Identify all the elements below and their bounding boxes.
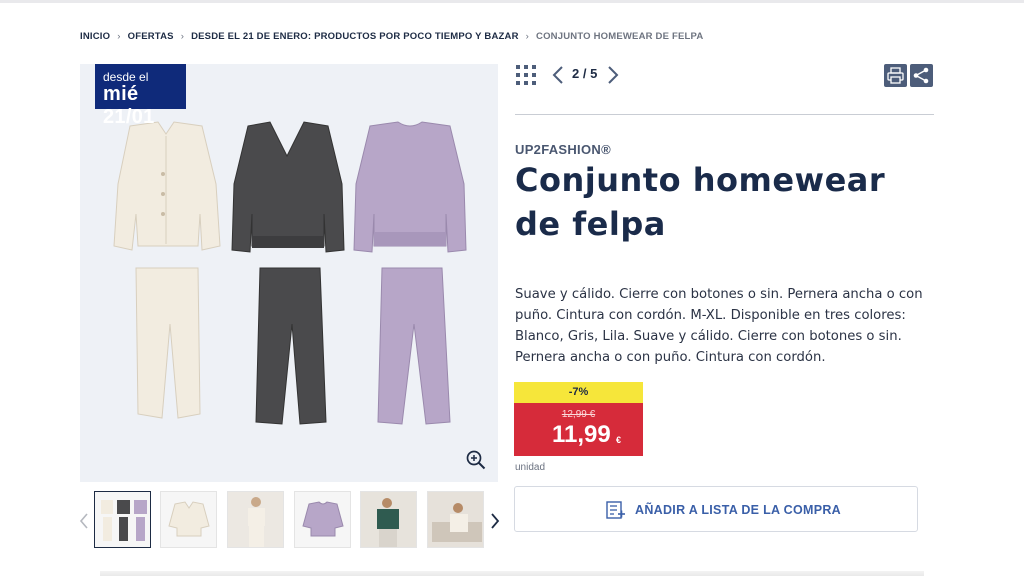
thumbnail-model-white[interactable] [227, 491, 284, 548]
badge-line1: desde el [103, 70, 149, 84]
thumbs-next-icon[interactable] [488, 510, 502, 532]
chevron-right-icon: › [117, 31, 121, 42]
breadcrumb-inicio[interactable]: INICIO [80, 31, 110, 42]
breadcrumb: INICIO › OFERTAS › DESDE EL 21 DE ENERO:… [80, 31, 703, 42]
thumbnail-outfit-set[interactable] [94, 491, 151, 548]
add-to-shopping-list-button[interactable]: AÑADIR A LISTA DE LA COMPRA [514, 486, 918, 532]
model-white-thumb-image [228, 492, 283, 547]
breadcrumb-ofertas[interactable]: OFERTAS [128, 31, 174, 42]
print-button[interactable] [884, 64, 907, 87]
grid-icon[interactable] [515, 64, 537, 86]
lilac-sweater-thumb-image [302, 501, 344, 537]
share-button[interactable] [910, 64, 933, 87]
chevron-left-icon[interactable] [551, 65, 565, 85]
chevron-right-icon: › [525, 31, 530, 42]
currency-symbol: € [616, 435, 622, 445]
price-unit: unidad [515, 462, 546, 473]
thumbs-prev-icon[interactable] [77, 510, 91, 532]
thumbnail-model-green[interactable] [360, 491, 417, 548]
list-add-icon [606, 501, 625, 519]
chevron-right-icon: › [180, 31, 185, 42]
product-title: Conjunto homewear de felpa [515, 161, 886, 243]
chevron-right-icon[interactable] [606, 65, 620, 85]
product-brand: UP2FASHION® [515, 142, 611, 157]
current-price: 11,99 [552, 421, 611, 448]
divider [515, 114, 934, 115]
outfit-set-thumb-image [101, 500, 147, 541]
print-icon [887, 67, 904, 84]
gallery-pager: 2 / 5 [572, 66, 598, 81]
discount-badge: -7% [514, 382, 643, 403]
price-box: 12,99 € 11,99 € [514, 403, 643, 456]
page-bottom-edge [100, 571, 924, 576]
date-badge: desde el mié 21/01 [95, 64, 186, 128]
add-to-list-label: AÑADIR A LISTA DE LA COMPRA [635, 503, 842, 517]
breadcrumb-current: CONJUNTO HOMEWEAR DE FELPA [536, 31, 704, 42]
thumbnail-model-sofa[interactable] [427, 491, 484, 548]
model-sofa-thumb-image [428, 492, 483, 547]
top-bar [0, 0, 1024, 3]
product-description: Suave y cálido. Cierre con botones o sin… [515, 287, 923, 365]
zoom-in-icon[interactable] [466, 450, 486, 470]
share-icon [913, 67, 929, 84]
product-image[interactable]: desde el mié 21/01 [80, 64, 498, 482]
old-price: 12,99 € [561, 409, 596, 420]
cardigan-thumb-image [168, 501, 210, 537]
thumbnail-cardigan[interactable] [160, 491, 217, 548]
model-green-thumb-image [361, 492, 416, 547]
breadcrumb-desde[interactable]: DESDE EL 21 DE ENERO: PRODUCTOS POR POCO… [191, 31, 519, 42]
thumbnail-lilac-sweater[interactable] [294, 491, 351, 548]
badge-line2: mié 21/01 [103, 83, 155, 128]
